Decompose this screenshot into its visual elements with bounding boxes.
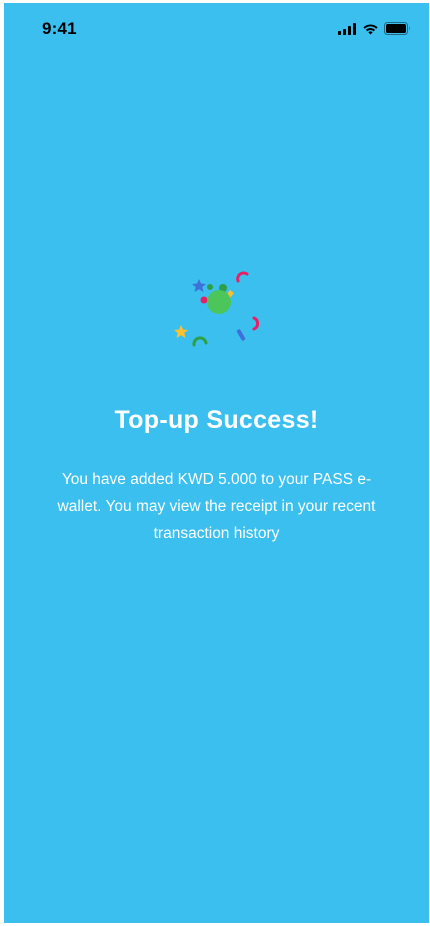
battery-icon xyxy=(384,22,411,35)
cellular-signal-icon xyxy=(338,22,357,35)
status-icons xyxy=(338,22,411,35)
status-time: 9:41 xyxy=(42,19,77,38)
topup-success-screen: 9:41 Top-up Success! You have added KWD … xyxy=(4,3,429,923)
wifi-icon xyxy=(362,23,379,35)
celebration-confetti-icon xyxy=(166,267,266,349)
success-title: Top-up Success! xyxy=(114,406,319,434)
status-bar: 9:41 xyxy=(4,3,429,53)
success-message: You have added KWD 5.000 to your PASS e-… xyxy=(57,471,376,542)
